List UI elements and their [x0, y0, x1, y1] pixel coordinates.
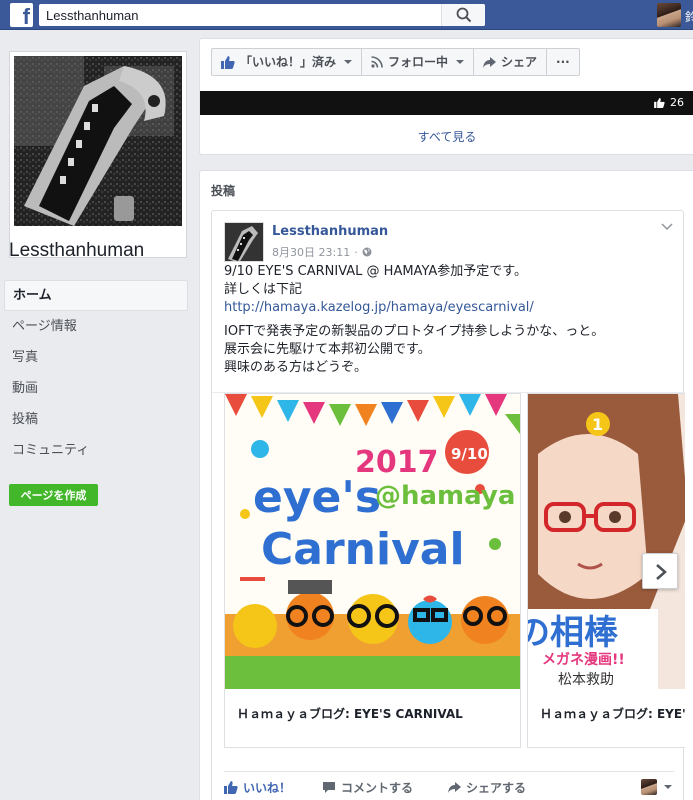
post-line: 展示会に先駆けて本邦初公開です。 [224, 342, 431, 357]
photo-strip[interactable]: 26 [200, 91, 693, 115]
chevron-right-icon [656, 564, 667, 580]
manga-subtitle-text: メガネ漫画!! [542, 651, 625, 668]
page-nav-menu: ホーム ページ情報 写真 動画 投稿 コミュニティ [4, 280, 188, 466]
manga-cover-image[interactable]: 1 の相棒 メガネ漫画!! 松本救助 [528, 394, 685, 689]
page-profile-picture[interactable] [9, 51, 187, 258]
manga-badge-number: 1 [592, 415, 603, 434]
create-page-button[interactable]: ページを作成 [9, 484, 98, 506]
poster-title-line2: Carnival [261, 524, 465, 575]
post-line: IOFTで発表予定の新製品のプロトタイプ持参しようかな、っと。 [224, 324, 605, 339]
poster-title-line1: eye's [253, 472, 381, 523]
post-line: 9/10 EYE'S CARNIVAL @ HAMAYA参加予定です。 [224, 264, 527, 279]
page-header-card: 「いいね！」済み フォロー中 シェア ··· 26 すべて見る [199, 38, 693, 155]
carousel-card-caption[interactable]: Ｈａｍａｙａブログ: EYE'S CARNIVAL [237, 705, 463, 722]
thumbs-up-icon [654, 97, 665, 108]
post-paragraph-2: IOFTで発表予定の新製品のプロトタイプ持参しようかな、っと。 展示会に先駆けて… [224, 323, 674, 377]
carousel-next-button[interactable] [642, 553, 678, 589]
post-line: 興味のある方はどうぞ。 [224, 360, 368, 375]
chevron-down-icon [344, 60, 353, 64]
photo-like-count-value: 26 [670, 96, 684, 109]
thumbs-up-icon [221, 55, 235, 69]
search-button[interactable] [441, 4, 485, 26]
share-post-label: シェアする [466, 781, 527, 795]
share-arrow-icon [483, 56, 497, 68]
comment-label: コメントする [341, 781, 414, 795]
following-button[interactable]: フォロー中 [362, 49, 475, 75]
chevron-down-icon [456, 60, 465, 64]
nav-item-photos[interactable]: 写真 [4, 342, 188, 373]
manga-author-text: 松本救助 [558, 672, 614, 688]
more-icon: ··· [556, 55, 570, 69]
post-paragraph-1: 9/10 EYE'S CARNIVAL @ HAMAYA参加予定です。 詳しくは… [224, 263, 674, 317]
carousel-card[interactable]: 2017 9/10 eye's @hamaya Carnival Ｈａｍａｙａブ… [224, 393, 521, 748]
user-name[interactable]: 鈴 [685, 8, 693, 25]
nav-item-home[interactable]: ホーム [4, 280, 188, 311]
like-post-label: いいね！ [243, 781, 292, 795]
post-link[interactable]: http://hamaya.kazelog.jp/hamaya/eyescarn… [224, 300, 534, 315]
posts-section: 投稿 Lessthanhuman 8月30日 23:11 · 9/10 EYE'… [199, 170, 693, 800]
like-post-button[interactable]: いいね！ [224, 779, 291, 796]
posts-section-title: 投稿 [211, 184, 236, 198]
thumbs-up-icon [224, 781, 238, 794]
post-item: Lessthanhuman 8月30日 23:11 · 9/10 EYE'S C… [211, 210, 685, 800]
liked-label: 「いいね！」済み [240, 55, 337, 69]
comment-icon [323, 782, 335, 793]
post-body: 9/10 EYE'S CARNIVAL @ HAMAYA参加予定です。 詳しくは… [224, 263, 674, 383]
share-post-button[interactable]: シェアする [448, 779, 526, 796]
page-action-bar: 「いいね！」済み フォロー中 シェア ··· [211, 48, 580, 76]
user-avatar[interactable] [657, 3, 681, 27]
liked-button[interactable]: 「いいね！」済み [212, 49, 363, 75]
search-icon [456, 7, 472, 23]
post-author-avatar[interactable] [224, 222, 264, 262]
top-navigation-bar: f 鈴 [0, 0, 693, 30]
post-author-name[interactable]: Lessthanhuman [272, 224, 388, 239]
more-options-button[interactable]: ··· [547, 49, 579, 75]
nav-item-posts[interactable]: 投稿 [4, 404, 188, 435]
post-as-selector[interactable] [641, 779, 672, 795]
comment-button[interactable]: コメントする [322, 779, 413, 796]
carousel-card-caption[interactable]: Ｈａｍａｙａブログ: EYE'S CA [540, 705, 685, 722]
nav-item-about[interactable]: ページ情報 [4, 311, 188, 342]
avatar [641, 779, 657, 795]
search-input[interactable] [39, 4, 439, 26]
page-name-heading[interactable]: Lessthanhuman [9, 240, 144, 262]
facebook-logo-icon[interactable]: f [10, 3, 33, 27]
following-label: フォロー中 [388, 55, 449, 69]
poster-at-hamaya: @hamaya [375, 481, 515, 511]
post-meta: 8月30日 23:11 · [272, 244, 372, 260]
left-sidebar: Lessthanhuman ホーム ページ情報 写真 動画 投稿 コミュニティ … [0, 30, 198, 800]
nav-item-community[interactable]: コミュニティ [4, 435, 188, 466]
post-line: 詳しくは下記 [224, 282, 303, 297]
see-all-link[interactable]: すべて見る [200, 128, 693, 145]
link-carousel: 2017 9/10 eye's @hamaya Carnival Ｈａｍａｙａブ… [212, 392, 685, 749]
share-arrow-icon [448, 782, 461, 793]
post-options-chevron-icon[interactable] [661, 223, 673, 231]
share-label: シェア [501, 55, 538, 69]
post-action-bar: いいね！ コメントする シェアする [224, 771, 674, 800]
nav-item-videos[interactable]: 動画 [4, 373, 188, 404]
search-bar [39, 4, 485, 26]
globe-icon [362, 247, 372, 257]
separator-dot: · [354, 245, 358, 259]
rss-icon [371, 56, 383, 68]
manga-title-text: の相棒 [528, 613, 619, 653]
post-timestamp[interactable]: 8月30日 23:11 [272, 244, 350, 260]
chevron-down-icon [664, 785, 672, 789]
share-page-button[interactable]: シェア [474, 49, 548, 75]
poster-date-text: 9/10 [451, 445, 488, 463]
eyes-carnival-poster-image[interactable]: 2017 9/10 eye's @hamaya Carnival [225, 394, 520, 689]
photo-like-count: 26 [654, 96, 684, 109]
